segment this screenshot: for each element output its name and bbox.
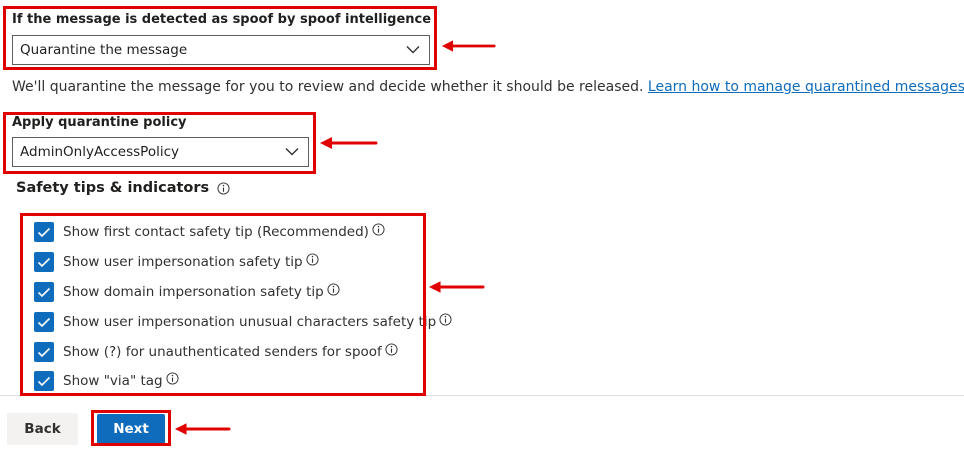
learn-quarantine-link[interactable]: Learn how to manage quarantined messages [648,79,964,95]
annotation-box-quarantine-policy [3,112,316,174]
spoof-description-text: We'll quarantine the message for you to … [12,79,644,95]
back-button[interactable]: Back [7,413,78,445]
annotation-arrow-icon [320,137,378,149]
safety-tips-heading: Safety tips & indicators [16,180,230,196]
annotation-arrow-icon [441,40,496,52]
spoof-description: We'll quarantine the message for you to … [12,79,964,95]
annotation-arrow-icon [428,281,485,293]
annotation-box-safety-tips [20,213,426,396]
annotation-box-next [91,410,171,446]
info-icon[interactable] [439,312,452,326]
annotation-box-spoof [3,6,437,70]
annotation-arrow-icon [174,423,231,435]
safety-tips-heading-text: Safety tips & indicators [16,180,210,196]
info-icon[interactable] [217,182,230,195]
